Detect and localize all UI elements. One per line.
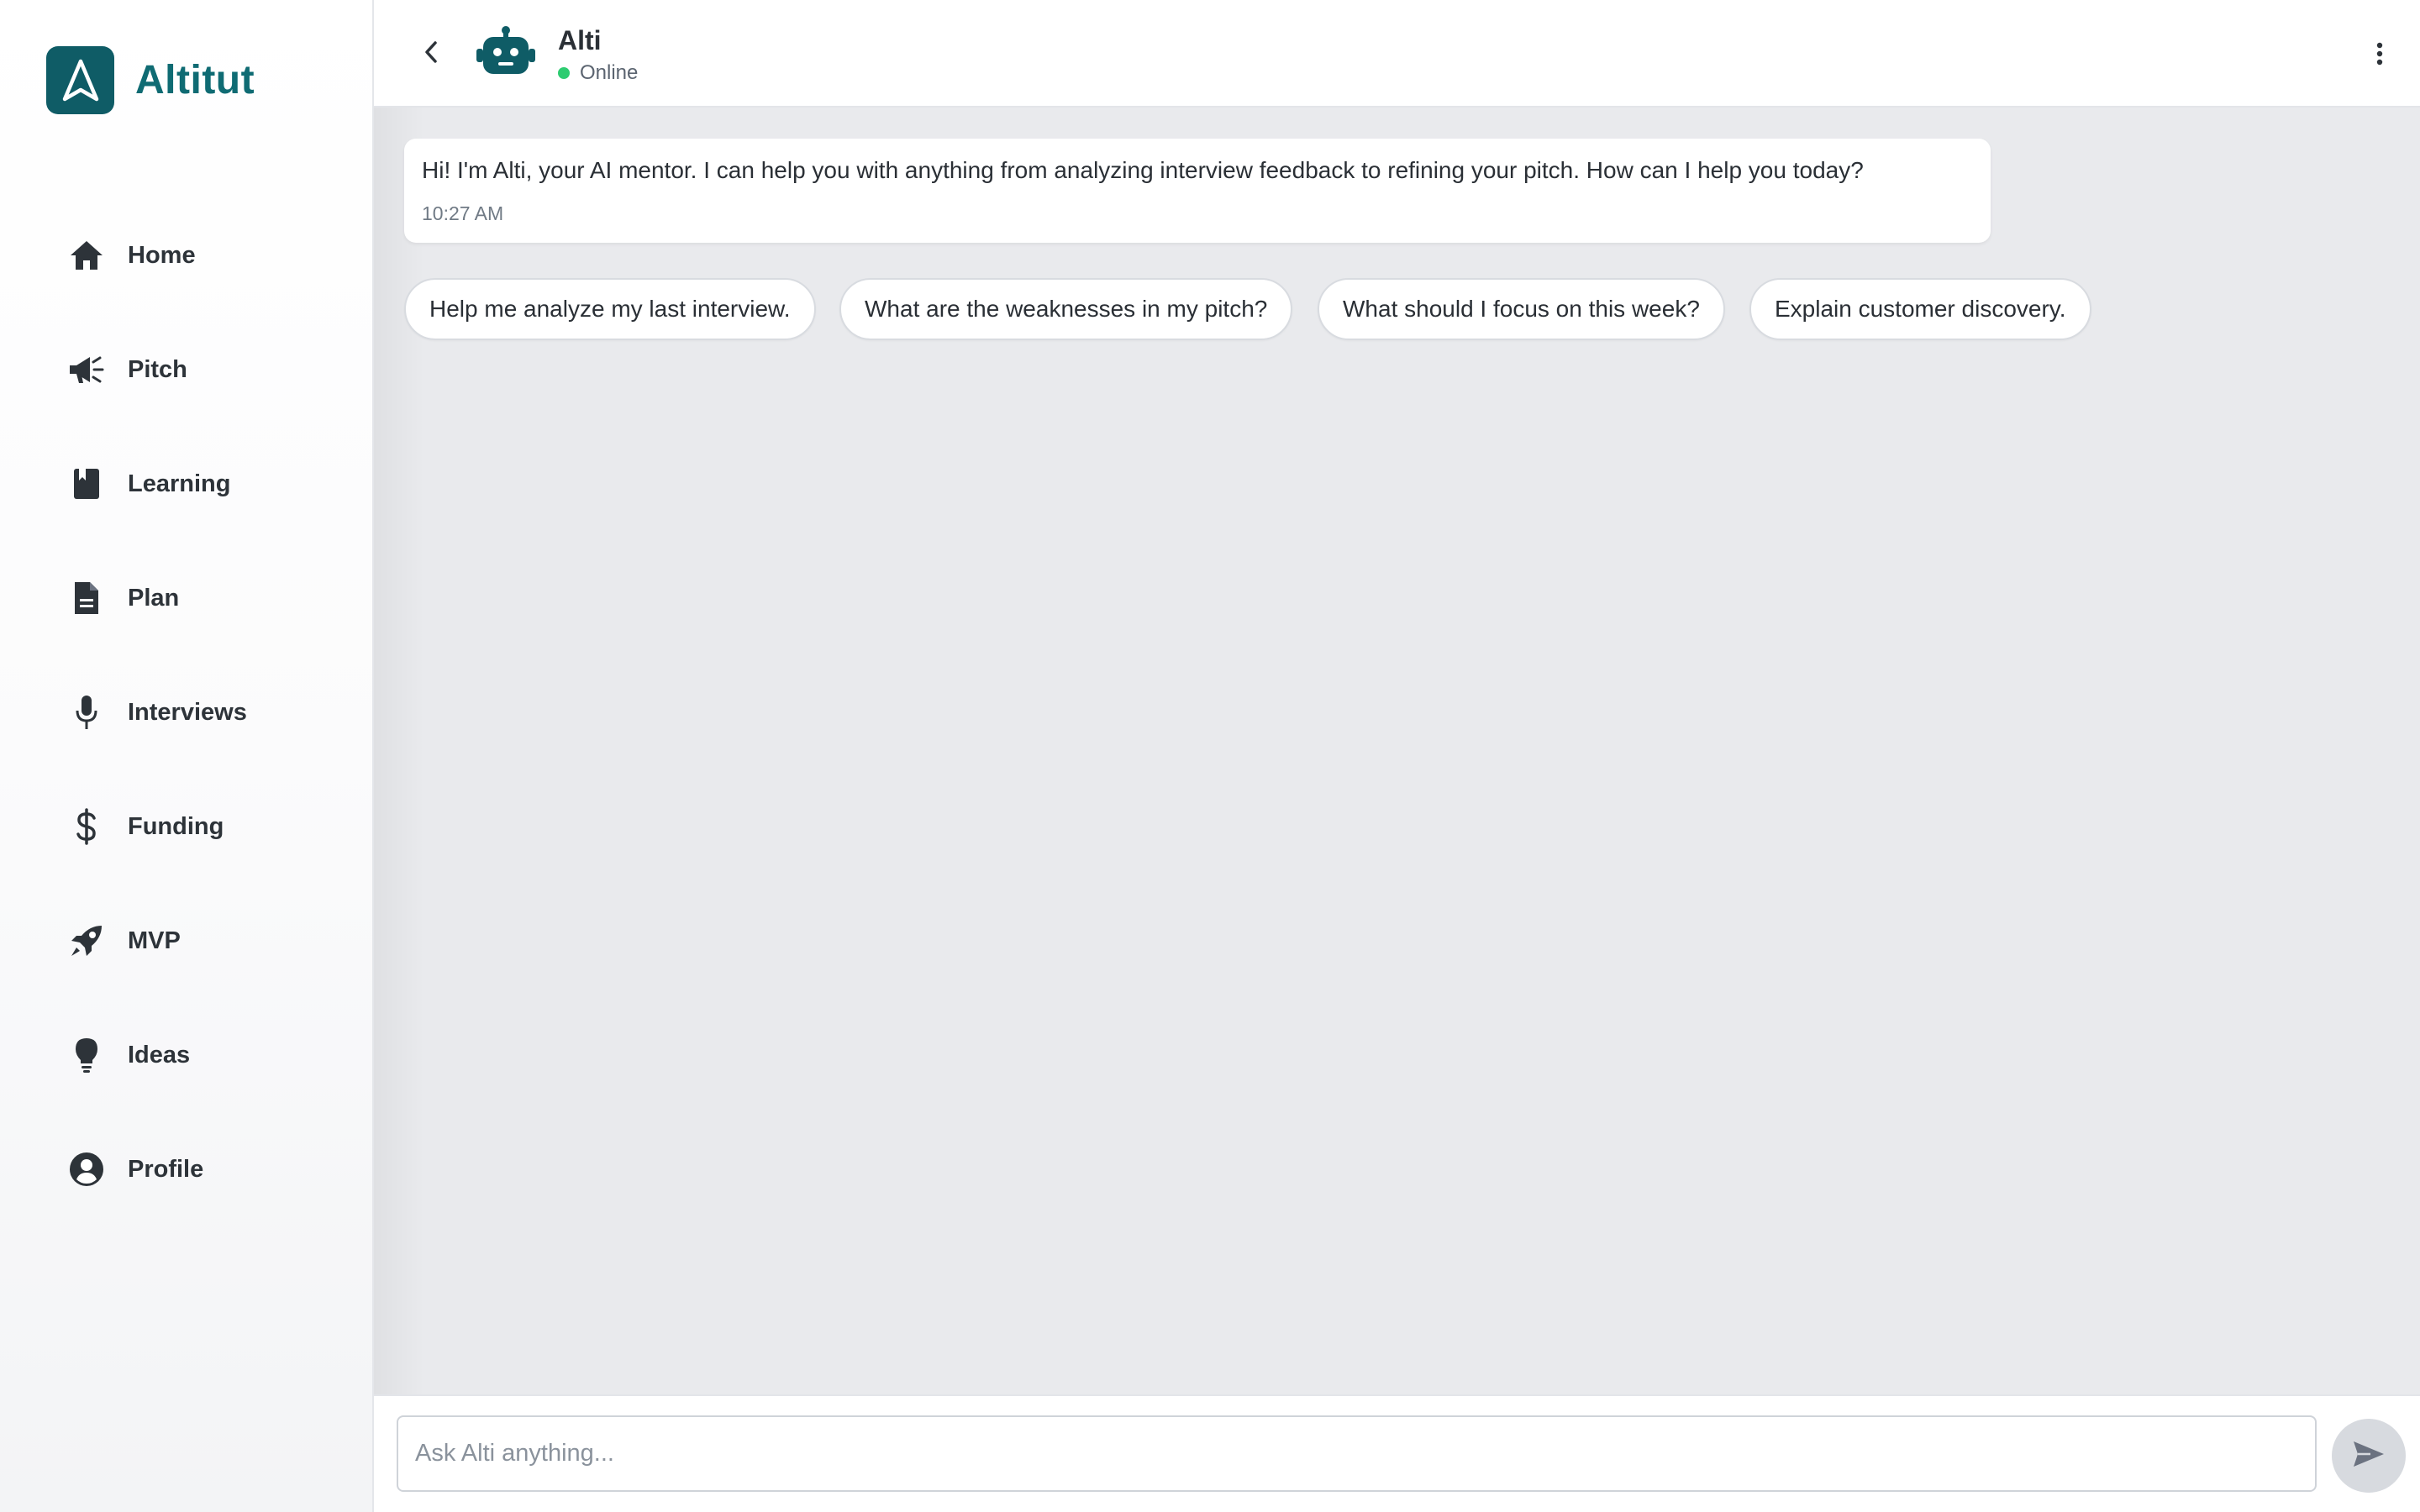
sidebar-item-label: MVP [128,927,181,954]
sidebar-item-home[interactable]: Home [0,198,372,312]
sidebar-item-interviews[interactable]: Interviews [0,655,372,769]
brand-name: Altitut [135,58,255,102]
altitude-logo-icon [46,46,114,114]
sidebar-item-label: Home [128,241,196,269]
sidebar-item-profile[interactable]: Profile [0,1112,372,1226]
sidebar-item-label: Pitch [128,355,187,383]
app-window: Altitut Home Pitch Learning Plan Intervi… [0,0,2420,1512]
sidebar-item-mvp[interactable]: MVP [0,884,372,998]
sidebar-item-label: Ideas [128,1041,191,1068]
chevron-left-icon [423,40,439,68]
chat-area: Hi! I'm Alti, your AI mentor. I can help… [374,108,2420,1394]
robot-icon [476,25,535,81]
status-text: Online [580,61,639,84]
sidebar-item-label: Interviews [128,698,247,726]
home-icon [67,236,106,275]
megaphone-icon [67,350,106,389]
more-vertical-icon [2376,42,2383,70]
suggestion-chip[interactable]: What are the weaknesses in my pitch? [839,278,1293,340]
chat-header: Alti Online [374,0,2420,108]
message-text: Hi! I'm Alti, your AI mentor. I can help… [422,157,1864,183]
sidebar-item-label: Plan [128,584,180,612]
brand[interactable]: Altitut [46,46,255,114]
sidebar-item-funding[interactable]: Funding [0,769,372,884]
sidebar-nav: Home Pitch Learning Plan Interviews Fund… [0,198,372,1226]
message-timestamp: 10:27 AM [422,202,504,224]
microphone-icon [67,693,106,732]
more-options-button[interactable] [2370,39,2390,72]
message-input[interactable] [397,1415,2317,1492]
document-icon [67,579,106,617]
sidebar-item-label: Learning [128,470,231,497]
message-composer [374,1394,2420,1512]
online-dot-icon [558,67,570,79]
sidebar-item-pitch[interactable]: Pitch [0,312,372,427]
send-icon [2352,1440,2386,1473]
send-button[interactable] [2332,1419,2406,1493]
lightbulb-icon [67,1036,106,1074]
dollar-icon [67,807,106,846]
chat-title: Alti [558,25,602,55]
back-button[interactable] [414,37,448,71]
sidebar-item-ideas[interactable]: Ideas [0,998,372,1112]
sidebar: Altitut Home Pitch Learning Plan Intervi… [0,0,374,1512]
suggestion-chip[interactable]: Explain customer discovery. [1749,278,2091,340]
sidebar-item-plan[interactable]: Plan [0,541,372,655]
book-icon [67,465,106,503]
sidebar-item-learning[interactable]: Learning [0,427,372,541]
rocket-icon [67,921,106,960]
suggestion-chip[interactable]: What should I focus on this week? [1318,278,1725,340]
status-indicator: Online [558,61,638,85]
suggestion-chip[interactable]: Help me analyze my last interview. [404,278,816,340]
sidebar-item-label: Profile [128,1155,204,1183]
bot-message: Hi! I'm Alti, your AI mentor. I can help… [404,139,1991,243]
sidebar-item-label: Funding [128,812,224,840]
user-circle-icon [67,1150,106,1189]
